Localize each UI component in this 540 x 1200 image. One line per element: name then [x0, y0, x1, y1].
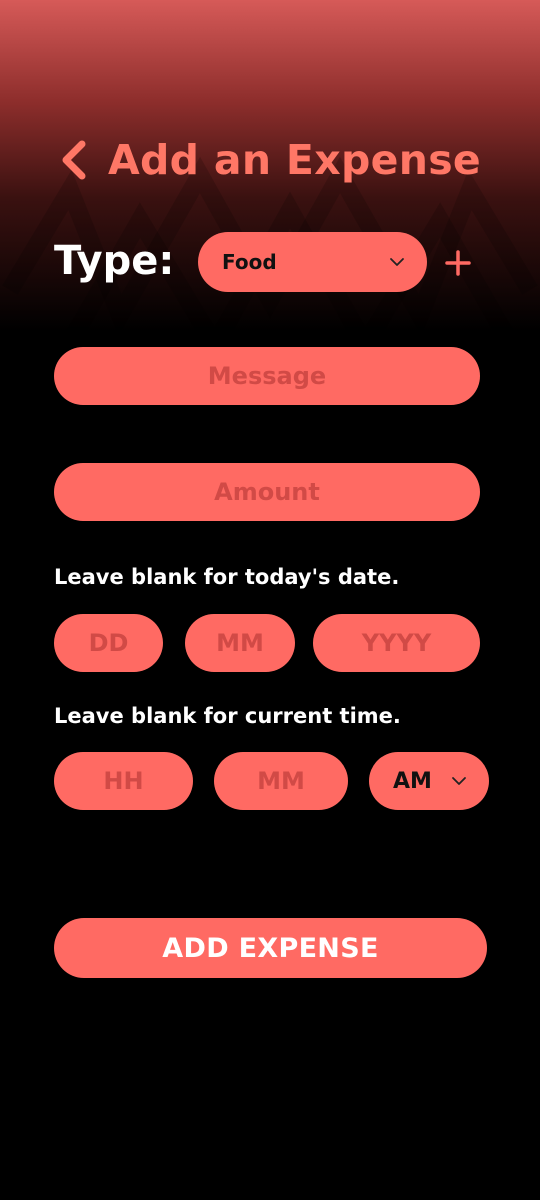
hour-placeholder: HH [103, 767, 144, 795]
period-dropdown[interactable]: AM [369, 752, 489, 810]
time-hint: Leave blank for current time. [54, 704, 401, 728]
month-input[interactable]: MM [185, 614, 295, 672]
date-hint: Leave blank for today's date. [54, 565, 400, 589]
type-dropdown[interactable]: Food [198, 232, 427, 292]
amount-placeholder: Amount [214, 478, 320, 506]
month-placeholder: MM [216, 629, 264, 657]
add-expense-button-label: ADD EXPENSE [162, 932, 379, 964]
header: Add an Expense [58, 132, 481, 188]
message-input[interactable]: Message [54, 347, 480, 405]
screen: Add an Expense Type: Food Message Amount… [0, 0, 540, 1200]
message-placeholder: Message [207, 362, 327, 390]
day-input[interactable]: DD [54, 614, 163, 672]
chevron-down-icon [451, 776, 467, 786]
day-placeholder: DD [88, 629, 129, 657]
plus-icon[interactable] [444, 249, 472, 277]
minute-placeholder: MM [257, 767, 305, 795]
amount-input[interactable]: Amount [54, 463, 480, 521]
year-input[interactable]: YYYY [313, 614, 480, 672]
page-title: Add an Expense [108, 136, 482, 184]
back-icon[interactable] [58, 136, 94, 184]
type-selected-value: Food [222, 250, 277, 274]
type-label: Type: [54, 238, 175, 284]
minute-input[interactable]: MM [214, 752, 348, 810]
year-placeholder: YYYY [361, 629, 432, 657]
add-expense-button[interactable]: ADD EXPENSE [54, 918, 487, 978]
period-selected-value: AM [393, 768, 432, 794]
hour-input[interactable]: HH [54, 752, 193, 810]
chevron-down-icon [389, 257, 405, 267]
